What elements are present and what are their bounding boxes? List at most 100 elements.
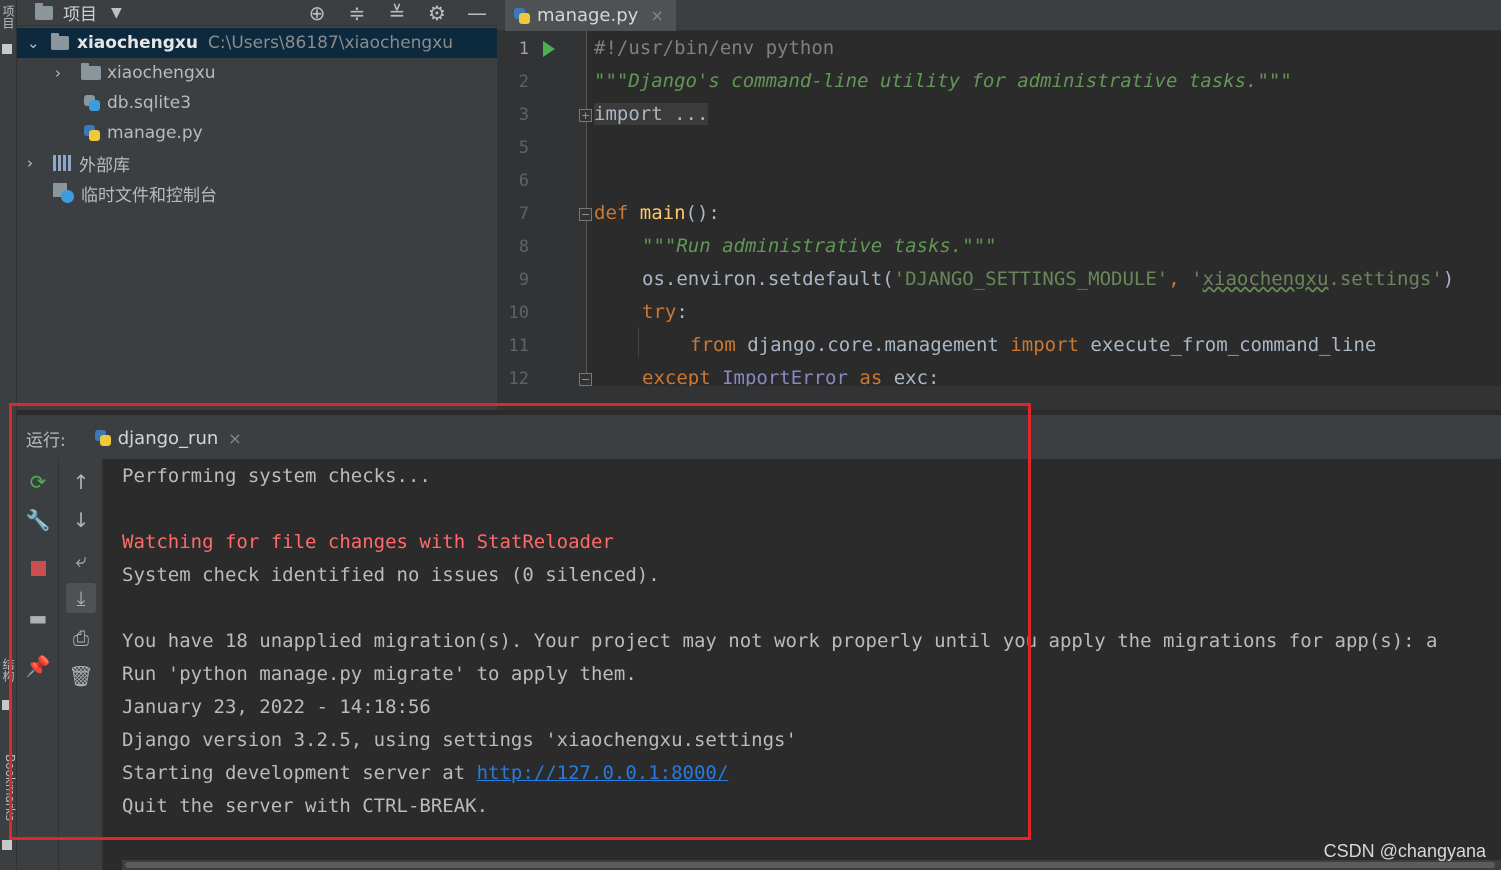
class-name: ImportError	[722, 367, 848, 386]
structure-tool-label[interactable]: 结构	[0, 650, 17, 690]
code-text: execute_from_command_line	[1078, 334, 1377, 356]
code-line-3: import ...	[594, 103, 709, 125]
locate-icon[interactable]: ⊕	[307, 1, 327, 25]
code-text: django.core.management	[735, 334, 1011, 356]
console-line-warning: Watching for file changes with StatReloa…	[122, 531, 614, 553]
scratches-label: 临时文件和控制台	[81, 185, 217, 206]
python-file-icon	[83, 124, 101, 142]
console-line: Quit the server with CTRL-BREAK.	[122, 795, 489, 817]
project-tool-marker	[2, 44, 12, 54]
close-icon[interactable]: ×	[228, 429, 241, 448]
rerun-icon[interactable]: ⟳	[23, 467, 53, 497]
console-line: You have 18 unapplied migration(s). Your…	[122, 630, 1438, 652]
chevron-right-icon[interactable]: ›	[55, 64, 69, 82]
line-number: 1	[518, 39, 529, 59]
run-panel: 运行: django_run × ⟳ 🔧 ▬ 📌 ↑ ↓ ⤶ ⤓ ⎙ 🗑 Per…	[17, 415, 1501, 870]
fold-collapse-icon[interactable]: −	[579, 208, 592, 221]
indent-guide	[638, 327, 639, 357]
console-horizontal-scrollbar[interactable]	[122, 860, 1501, 870]
trash-icon[interactable]: 🗑	[66, 661, 96, 691]
tab-django-run[interactable]: django_run ×	[94, 428, 242, 449]
tree-item-root[interactable]: ⌄ xiaochengxu C:\Users\86187\xiaochengxu	[17, 28, 497, 58]
close-icon[interactable]: ×	[650, 6, 663, 25]
fold-collapse-icon[interactable]: −	[579, 373, 592, 386]
line-number: 5	[518, 138, 529, 158]
line-number: 2	[518, 72, 529, 92]
gear-icon[interactable]: ⚙	[427, 1, 447, 25]
layout-icon[interactable]: ▬	[23, 603, 53, 633]
wrench-icon[interactable]: 🔧	[23, 505, 53, 535]
folder-icon	[51, 33, 69, 50]
line-number: 7	[518, 204, 529, 224]
code-text: exc:	[893, 367, 940, 386]
keyword: as	[859, 367, 883, 386]
soft-wrap-icon[interactable]: ⤶	[66, 545, 96, 575]
line-number: 10	[508, 303, 529, 323]
scroll-to-end-icon[interactable]: ⤓	[66, 583, 96, 613]
console-line: System check identified no issues (0 sil…	[122, 564, 660, 586]
tree-item-external-libs[interactable]: › 外部库	[17, 148, 497, 178]
console-line: Django version 3.2.5, using settings 'xi…	[122, 729, 797, 751]
chevron-down-icon[interactable]: ⌄	[27, 34, 41, 52]
string-literal-typo: xiaochengxu	[1202, 268, 1329, 290]
root-folder-path: C:\Users\86187\xiaochengxu	[208, 33, 454, 53]
run-tab-label: django_run	[117, 427, 219, 449]
code-text: )	[1442, 268, 1455, 290]
code-text: :	[676, 301, 688, 323]
code-area[interactable]: #!/usr/bin/env python """Django's comman…	[594, 31, 1501, 386]
python-file-icon	[513, 7, 531, 25]
tree-item-db[interactable]: db.sqlite3	[17, 88, 497, 118]
project-toolbar-icons: ⊕ ≑ ≚ ⚙ —	[307, 1, 497, 25]
code-line-10: try:	[642, 301, 688, 323]
keyword: import	[1010, 334, 1079, 356]
line-number: 3	[518, 105, 529, 125]
run-actions-column: ⟳ 🔧 ▬ 📌	[17, 459, 59, 870]
code-line-8: """Run administrative tasks."""	[642, 235, 997, 257]
tree-item-subfolder[interactable]: › xiaochengxu	[17, 58, 497, 88]
watermark: CSDN @changyana	[1323, 841, 1486, 861]
console-output[interactable]: Performing system checks... Watching for…	[122, 459, 1501, 860]
folded-imports[interactable]: import ...	[594, 103, 709, 125]
project-tool-label[interactable]: 项目	[0, 2, 17, 32]
scroll-up-icon[interactable]: ↑	[66, 467, 96, 497]
minimize-icon[interactable]: —	[467, 1, 487, 25]
code-line-12: except ImportError as exc:	[642, 367, 940, 386]
print-icon[interactable]: ⎙	[66, 623, 96, 653]
fold-expand-icon[interactable]: +	[579, 109, 592, 122]
external-libs-label: 外部库	[79, 155, 130, 176]
left-tool-strip: 项目 结构 Bookmarks	[0, 0, 17, 870]
stop-icon	[30, 560, 46, 576]
tree-item-scratches[interactable]: 临时文件和控制台	[17, 178, 497, 208]
scrollbar-thumb[interactable]	[125, 862, 1495, 868]
string-literal: .settings'	[1328, 268, 1443, 290]
scroll-down-icon[interactable]: ↓	[66, 505, 96, 535]
console-line: Run 'python manage.py migrate' to apply …	[122, 663, 637, 685]
editor-tab-bar: manage.py ×	[497, 0, 1501, 31]
expand-all-icon[interactable]: ≑	[347, 1, 367, 25]
collapse-all-icon[interactable]: ≚	[387, 1, 407, 25]
pin-icon[interactable]: 📌	[23, 651, 53, 681]
bookmarks-tool-label[interactable]: Bookmarks	[0, 740, 17, 835]
tree-item-manage[interactable]: manage.py	[17, 118, 497, 148]
run-header: 运行: django_run ×	[17, 417, 1501, 459]
chevron-down-icon[interactable]: ▼	[111, 5, 122, 21]
chevron-right-icon[interactable]: ›	[27, 154, 41, 172]
server-url-link[interactable]: http://127.0.0.1:8000/	[477, 762, 729, 784]
keyword: except	[642, 367, 711, 386]
run-label: 运行:	[26, 430, 66, 451]
project-panel: 项目 ▼ ⊕ ≑ ≚ ⚙ — ⌄ xiaochengxu C:\Users\86…	[17, 0, 497, 410]
code-line-9: os.environ.setdefault('DJANGO_SETTINGS_M…	[642, 268, 1454, 290]
line-number: 6	[518, 171, 529, 191]
console-actions-column: ↑ ↓ ⤶ ⤓ ⎙ 🗑	[59, 459, 103, 870]
editor-gutter: 1 2 3 5 6 7 8 9 10 11 12 + − −	[497, 31, 592, 389]
project-folder-icon	[35, 2, 53, 20]
project-panel-title[interactable]: 项目	[63, 0, 97, 25]
keyword: from	[690, 334, 736, 356]
stop-button[interactable]	[23, 553, 53, 583]
folder-icon	[81, 63, 101, 80]
string-literal: 'DJANGO_SETTINGS_MODULE'	[893, 268, 1169, 290]
tab-manage-py[interactable]: manage.py ×	[505, 0, 676, 31]
python-run-icon	[94, 429, 112, 447]
console-line: Starting development server at http://12…	[122, 762, 728, 784]
run-gutter-icon[interactable]	[543, 41, 555, 57]
